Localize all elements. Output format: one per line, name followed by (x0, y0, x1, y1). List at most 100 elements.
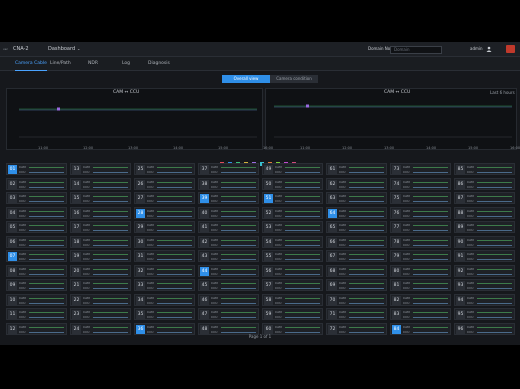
camera-cell[interactable]: 78 CAM CCU (390, 235, 451, 248)
camera-cell[interactable]: 42 CAM CCU (198, 235, 259, 248)
tab-camera-cable[interactable]: Camera Cable (15, 57, 47, 71)
camera-cell[interactable]: 40 CAM CCU (198, 206, 259, 219)
camera-cell[interactable]: 94 CAM CCU (454, 293, 515, 306)
camera-cell[interactable]: 47 CAM CCU (198, 308, 259, 320)
camera-cell[interactable]: 75 CAM CCU (390, 192, 451, 204)
camera-cell[interactable]: 67 CAM CCU (326, 250, 387, 262)
camera-cell[interactable]: 89 CAM CCU (454, 221, 515, 233)
camera-cell[interactable]: 65 CAM CCU (326, 221, 387, 233)
camera-cell[interactable]: 86 CAM CCU (454, 177, 515, 190)
camera-cell[interactable]: 08 CAM CCU (6, 264, 67, 277)
camera-cell[interactable]: 09 CAM CCU (6, 279, 67, 291)
overall-view-button[interactable]: Overall view (222, 75, 270, 83)
camera-cell[interactable]: 90 CAM CCU (454, 235, 515, 248)
camera-condition-button[interactable]: Camera condition (270, 75, 318, 83)
user-icon[interactable] (486, 46, 492, 52)
camera-cell[interactable]: 03 CAM CCU (6, 192, 67, 204)
camera-cell[interactable]: 28 CAM CCU (134, 206, 195, 219)
camera-cell[interactable]: 39 CAM CCU (198, 192, 259, 204)
camera-cell[interactable]: 70 CAM CCU (326, 293, 387, 306)
camera-cell[interactable]: 21 CAM CCU (70, 279, 131, 291)
camera-cell[interactable]: 16 CAM CCU (70, 206, 131, 219)
camera-cell[interactable]: 81 CAM CCU (390, 279, 451, 291)
camera-cell[interactable]: 17 CAM CCU (70, 221, 131, 233)
camera-cell[interactable]: 23 CAM CCU (70, 308, 131, 320)
camera-cell[interactable]: 88 CAM CCU (454, 206, 515, 219)
camera-cell[interactable]: 45 CAM CCU (198, 279, 259, 291)
camera-cell[interactable]: 35 CAM CCU (134, 308, 195, 320)
camera-cell[interactable]: 54 CAM CCU (262, 235, 323, 248)
dashboard-menu[interactable]: Dashboard (48, 42, 75, 56)
camera-cell[interactable]: 87 CAM CCU (454, 192, 515, 204)
camera-cell[interactable]: 24 CAM CCU (70, 322, 131, 335)
camera-cell[interactable]: 52 CAM CCU (262, 206, 323, 219)
camera-cell[interactable]: 69 CAM CCU (326, 279, 387, 291)
camera-cell[interactable]: 55 CAM CCU (262, 250, 323, 262)
camera-cell[interactable]: 85 CAM CCU (454, 163, 515, 175)
camera-cell[interactable]: 71 CAM CCU (326, 308, 387, 320)
camera-cell[interactable]: 64 CAM CCU (326, 206, 387, 219)
camera-cell[interactable]: 50 CAM CCU (262, 177, 323, 190)
camera-cell[interactable]: 33 CAM CCU (134, 279, 195, 291)
camera-cell[interactable]: 37 CAM CCU (198, 163, 259, 175)
tab-line-path[interactable]: Line/Path (50, 57, 71, 70)
camera-cell[interactable]: 32 CAM CCU (134, 264, 195, 277)
camera-cell[interactable]: 13 CAM CCU (70, 163, 131, 175)
camera-cell[interactable]: 11 CAM CCU (6, 308, 67, 320)
camera-cell[interactable]: 48 CAM CCU (198, 322, 259, 335)
camera-cell[interactable]: 73 CAM CCU (390, 163, 451, 175)
camera-cell[interactable]: 56 CAM CCU (262, 264, 323, 277)
domain-input[interactable]: Domain (390, 46, 442, 54)
camera-cell[interactable]: 74 CAM CCU (390, 177, 451, 190)
camera-cell[interactable]: 95 CAM CCU (454, 308, 515, 320)
camera-cell[interactable]: 06 CAM CCU (6, 235, 67, 248)
camera-cell[interactable]: 20 CAM CCU (70, 264, 131, 277)
camera-cell[interactable]: 30 CAM CCU (134, 235, 195, 248)
camera-cell[interactable]: 36 CAM CCU (134, 322, 195, 335)
camera-cell[interactable]: 93 CAM CCU (454, 279, 515, 291)
camera-cell[interactable]: 66 CAM CCU (326, 235, 387, 248)
camera-cell[interactable]: 77 CAM CCU (390, 221, 451, 233)
camera-cell[interactable]: 80 CAM CCU (390, 264, 451, 277)
camera-cell[interactable]: 62 CAM CCU (326, 177, 387, 190)
camera-cell[interactable]: 76 CAM CCU (390, 206, 451, 219)
camera-cell[interactable]: 10 CAM CCU (6, 293, 67, 306)
camera-cell[interactable]: 51 CAM CCU (262, 192, 323, 204)
camera-cell[interactable]: 15 CAM CCU (70, 192, 131, 204)
camera-cell[interactable]: 22 CAM CCU (70, 293, 131, 306)
camera-cell[interactable]: 04 CAM CCU (6, 206, 67, 219)
camera-cell[interactable]: 02 CAM CCU (6, 177, 67, 190)
camera-cell[interactable]: 59 CAM CCU (262, 308, 323, 320)
camera-cell[interactable]: 05 CAM CCU (6, 221, 67, 233)
camera-cell[interactable]: 19 CAM CCU (70, 250, 131, 262)
tab-ndr[interactable]: NDR (88, 57, 98, 70)
camera-cell[interactable]: 68 CAM CCU (326, 264, 387, 277)
camera-cell[interactable]: 14 CAM CCU (70, 177, 131, 190)
camera-cell[interactable]: 96 CAM CCU (454, 322, 515, 335)
camera-cell[interactable]: 63 CAM CCU (326, 192, 387, 204)
camera-cell[interactable]: 29 CAM CCU (134, 221, 195, 233)
camera-cell[interactable]: 27 CAM CCU (134, 192, 195, 204)
camera-cell[interactable]: 38 CAM CCU (198, 177, 259, 190)
camera-cell[interactable]: 83 CAM CCU (390, 308, 451, 320)
camera-cell[interactable]: 44 CAM CCU (198, 264, 259, 277)
camera-cell[interactable]: 60 CAM CCU (262, 322, 323, 335)
camera-cell[interactable]: 49 CAM CCU (262, 163, 323, 175)
camera-cell[interactable]: 57 CAM CCU (262, 279, 323, 291)
camera-cell[interactable]: 53 CAM CCU (262, 221, 323, 233)
camera-cell[interactable]: 41 CAM CCU (198, 221, 259, 233)
camera-cell[interactable]: 46 CAM CCU (198, 293, 259, 306)
camera-cell[interactable]: 26 CAM CCU (134, 177, 195, 190)
camera-cell[interactable]: 34 CAM CCU (134, 293, 195, 306)
camera-cell[interactable]: 25 CAM CCU (134, 163, 195, 175)
chevron-down-icon[interactable]: ⌄ (77, 42, 80, 56)
camera-cell[interactable]: 12 CAM CCU (6, 322, 67, 335)
camera-cell[interactable]: 79 CAM CCU (390, 250, 451, 262)
camera-cell[interactable]: 91 CAM CCU (454, 250, 515, 262)
tab-log[interactable]: Log (122, 57, 130, 70)
camera-cell[interactable]: 61 CAM CCU (326, 163, 387, 175)
username[interactable]: admin (470, 42, 483, 56)
camera-cell[interactable]: 07 CAM CCU (6, 250, 67, 262)
camera-cell[interactable]: 84 CAM CCU (390, 322, 451, 335)
camera-cell[interactable]: 92 CAM CCU (454, 264, 515, 277)
